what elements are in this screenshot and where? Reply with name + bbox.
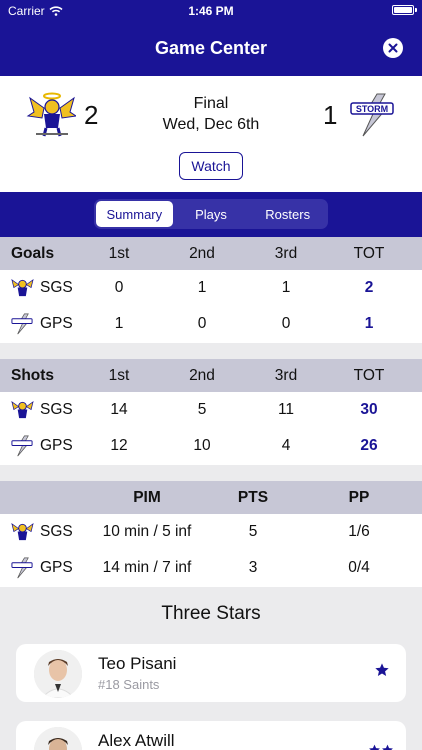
segment-bar: Summary Plays Rosters bbox=[0, 192, 422, 237]
player-photo bbox=[34, 727, 82, 750]
pp-header: PP bbox=[348, 488, 370, 506]
pts-header: PTS bbox=[237, 488, 269, 506]
star-icon bbox=[369, 744, 393, 750]
segmented-control: Summary Plays Rosters bbox=[94, 199, 328, 229]
team-name: SGS bbox=[40, 401, 73, 418]
shots-header-3rd: 3rd bbox=[274, 366, 298, 384]
period-1: 14 bbox=[110, 401, 128, 418]
home-score: 2 bbox=[84, 100, 99, 130]
team-name: SGS bbox=[40, 279, 73, 296]
status-bar: Carrier 1:46 PM bbox=[0, 0, 422, 22]
goals-header-label: Goals bbox=[11, 244, 55, 262]
pim-value: 10 min / 5 inf bbox=[102, 523, 192, 540]
total: 2 bbox=[364, 279, 374, 296]
period-3: 0 bbox=[281, 315, 291, 332]
storm-logo bbox=[11, 557, 33, 579]
team-name: GPS bbox=[40, 315, 73, 332]
storm-logo bbox=[11, 435, 33, 457]
game-date: Wed, Dec 6th bbox=[162, 116, 260, 133]
star-player-card[interactable]: Teo Pisani #18 Saints bbox=[16, 644, 406, 702]
shots-header-tot: TOT bbox=[353, 366, 385, 384]
battery-tip bbox=[415, 8, 417, 12]
goals-header-2nd: 2nd bbox=[189, 244, 215, 262]
scoreboard: 2 Final Wed, Dec 6th 1 STORM Watch bbox=[0, 76, 422, 192]
team-name: SGS bbox=[40, 523, 73, 540]
saints-logo bbox=[11, 400, 34, 419]
period-2: 1 bbox=[197, 279, 207, 296]
player-name: Alex Atwill bbox=[98, 731, 175, 750]
battery-icon bbox=[392, 5, 414, 15]
period-3: 11 bbox=[277, 401, 295, 418]
close-icon bbox=[388, 43, 398, 53]
goals-table: Goals 1st 2nd 3rd TOT SGS 0 1 1 2 GPS 1 … bbox=[0, 237, 422, 343]
team-name: GPS bbox=[40, 559, 73, 576]
penalties-header-row: PIM PTS PP bbox=[0, 481, 422, 514]
player-photo bbox=[34, 650, 82, 698]
tab-rosters[interactable]: Rosters bbox=[249, 201, 326, 227]
pts-value: 3 bbox=[248, 559, 258, 576]
pim-value: 14 min / 7 inf bbox=[102, 559, 192, 576]
goals-header-row: Goals 1st 2nd 3rd TOT bbox=[0, 237, 422, 270]
goals-header-3rd: 3rd bbox=[274, 244, 298, 262]
table-row: GPS 14 min / 7 inf 3 0/4 bbox=[0, 550, 422, 586]
shots-header-label: Shots bbox=[11, 366, 55, 384]
storm-logo: STORM bbox=[350, 93, 394, 137]
tab-plays[interactable]: Plays bbox=[173, 201, 250, 227]
period-2: 10 bbox=[193, 437, 211, 454]
penalties-table: PIM PTS PP SGS 10 min / 5 inf 5 1/6 GPS … bbox=[0, 481, 422, 587]
watch-button[interactable]: Watch bbox=[179, 152, 243, 180]
period-3: 1 bbox=[281, 279, 291, 296]
saints-logo bbox=[26, 92, 76, 137]
pim-header: PIM bbox=[133, 488, 161, 506]
period-1: 12 bbox=[110, 437, 128, 454]
shots-header-row: Shots 1st 2nd 3rd TOT bbox=[0, 359, 422, 392]
tab-summary[interactable]: Summary bbox=[96, 201, 173, 227]
total: 26 bbox=[360, 437, 378, 454]
total: 1 bbox=[364, 315, 374, 332]
pp-value: 0/4 bbox=[348, 559, 370, 576]
period-1: 1 bbox=[114, 315, 124, 332]
table-row: SGS 0 1 1 2 bbox=[0, 270, 422, 306]
period-2: 0 bbox=[197, 315, 207, 332]
clock: 1:46 PM bbox=[188, 4, 234, 18]
period-3: 4 bbox=[281, 437, 291, 454]
pp-value: 1/6 bbox=[348, 523, 370, 540]
shots-header-1st: 1st bbox=[108, 366, 130, 384]
total: 30 bbox=[360, 401, 378, 418]
close-button[interactable] bbox=[383, 38, 403, 58]
avatar bbox=[34, 727, 82, 750]
pts-value: 5 bbox=[248, 523, 258, 540]
player-name: Teo Pisani bbox=[98, 654, 177, 673]
saints-logo bbox=[11, 278, 34, 297]
away-score: 1 bbox=[323, 100, 338, 130]
shots-header-2nd: 2nd bbox=[189, 366, 215, 384]
period-2: 5 bbox=[197, 401, 207, 418]
table-row: SGS 14 5 11 30 bbox=[0, 392, 422, 428]
shots-table: Shots 1st 2nd 3rd TOT SGS 14 5 11 30 GPS… bbox=[0, 359, 422, 465]
page-title: Game Center bbox=[154, 38, 268, 58]
saints-logo bbox=[11, 522, 34, 541]
period-1: 0 bbox=[114, 279, 124, 296]
avatar bbox=[34, 650, 82, 698]
nav-header: Carrier 1:46 PM Game Center bbox=[0, 0, 422, 76]
three-stars-title: Three Stars bbox=[161, 603, 261, 624]
svg-text:STORM: STORM bbox=[356, 104, 388, 114]
team-name: GPS bbox=[40, 437, 73, 454]
player-detail: #18 Saints bbox=[98, 677, 160, 692]
table-row: GPS 1 0 0 1 bbox=[0, 306, 422, 342]
storm-logo bbox=[11, 313, 33, 335]
game-status: Final bbox=[193, 95, 229, 112]
table-row: SGS 10 min / 5 inf 5 1/6 bbox=[0, 514, 422, 550]
table-row: GPS 12 10 4 26 bbox=[0, 428, 422, 464]
star-player-card[interactable]: Alex Atwill bbox=[16, 721, 406, 750]
goals-header-1st: 1st bbox=[108, 244, 130, 262]
star-icon bbox=[375, 663, 389, 676]
goals-header-tot: TOT bbox=[353, 244, 385, 262]
